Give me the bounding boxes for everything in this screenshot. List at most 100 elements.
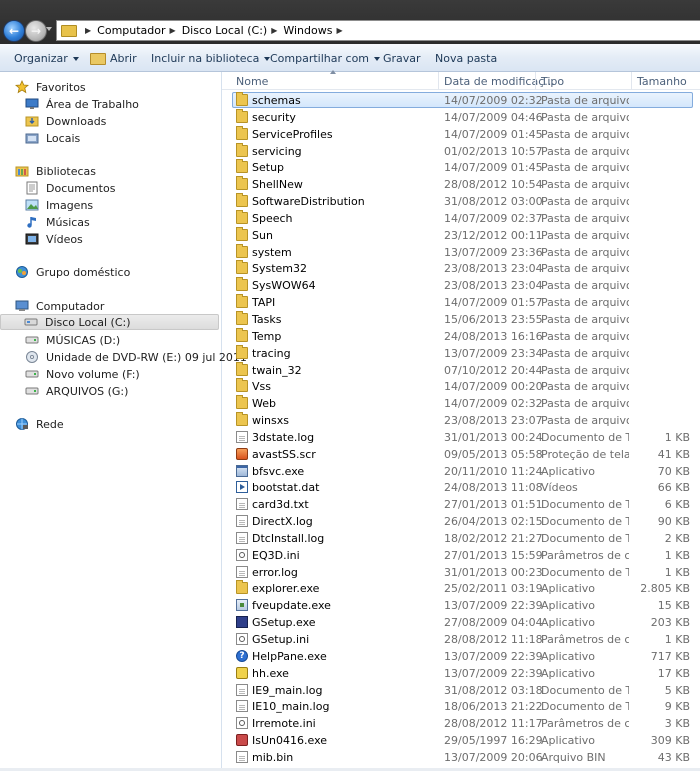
file-row[interactable]: GSetup.exe 27/08/2009 04:04 Aplicativo 203 … [222, 614, 700, 631]
nav-local-disk[interactable]: Disco Local (C:) [0, 314, 219, 330]
file-row[interactable]: Temp 24/08/2013 16:16 Pasta de arquivos [222, 328, 700, 345]
file-row[interactable]: security 14/07/2009 04:46 Pasta de arquivo… [222, 109, 700, 126]
new-folder-button[interactable]: Nova pasta [435, 52, 497, 65]
file-row[interactable]: bootstat.dat 24/08/2013 11:08 Vídeos 66 KB [222, 479, 700, 496]
star-icon [14, 80, 30, 94]
breadcrumb-computer[interactable]: Computador [97, 24, 165, 37]
nav-dvd-drive[interactable]: Unidade de DVD-RW (E:) 09 jul 2011 [24, 349, 247, 365]
file-row[interactable]: system 13/07/2009 23:36 Pasta de arquivos [222, 244, 700, 261]
file-row[interactable]: EQ3D.ini 27/01/2013 15:59Parâmetros de co… [222, 547, 700, 564]
nav-documents[interactable]: Documentos [24, 180, 115, 196]
file-row[interactable]: fveupdate.exe 13/07/2009 22:39 Aplicativo 1… [222, 597, 700, 614]
file-row[interactable]: GSetup.ini 28/08/2012 11:18 Parâmetros de … [222, 631, 700, 648]
documents-icon [24, 181, 40, 195]
file-row[interactable]: avastSS.scr 09/05/2013 05:58 Proteção de t… [222, 446, 700, 463]
file-row[interactable]: IsUn0416.exe 29/05/1997 16:29 Aplicativo 30… [222, 732, 700, 749]
chevron-right-icon[interactable]: ▶ [336, 26, 342, 35]
breadcrumb-windows[interactable]: Windows [283, 24, 332, 37]
nav-images[interactable]: Imagens [24, 197, 93, 213]
nav-music[interactable]: Músicas [24, 214, 90, 230]
nav-desktop[interactable]: Área de Trabalho [24, 96, 139, 112]
nav-homegroup[interactable]: Grupo doméstico [14, 264, 130, 280]
breadcrumb-local-disk[interactable]: Disco Local (C:) [182, 24, 268, 37]
back-button[interactable]: ← [3, 20, 25, 42]
file-row[interactable]: schemas 14/07/2009 02:32 Pasta de arquivos [222, 92, 700, 109]
file-row[interactable]: winsxs 23/08/2013 23:07 Pasta de arquivos [222, 412, 700, 429]
file-row[interactable]: mib.bin 13/07/2009 20:06 Arquivo BIN 43 KB [222, 749, 700, 766]
file-row[interactable]: Tasks 15/06/2013 23:55 Pasta de arquivos [222, 311, 700, 328]
nav-places[interactable]: Locais [24, 130, 80, 146]
nav-favorites[interactable]: Favoritos [14, 79, 86, 95]
file-row[interactable]: TAPI 14/07/2009 01:57 Pasta de arquivos [222, 294, 700, 311]
share-with-menu[interactable]: Compartilhar com [270, 52, 381, 65]
drive-icon [24, 333, 40, 347]
column-date-modified[interactable]: Data de modificaç... [444, 75, 555, 88]
text-file-icon [236, 531, 248, 544]
nav-downloads[interactable]: Downloads [24, 113, 106, 129]
file-row[interactable]: ? HelpPane.exe 13/07/2009 22:39 Aplicativo 7… [222, 648, 700, 665]
file-row[interactable]: Sun 23/12/2012 00:11 Pasta de arquivos [222, 227, 700, 244]
file-date-modified: 09/05/2013 05:58 [444, 447, 543, 461]
file-type: Pasta de arquivos [541, 110, 629, 124]
file-type: Pasta de arquivos [541, 94, 629, 107]
nav-videos-label: Vídeos [46, 232, 83, 246]
forward-button[interactable]: → [25, 20, 47, 42]
file-date-modified: 28/08/2012 11:18 [444, 633, 543, 646]
file-date-modified: 23/08/2013 23:04 [444, 279, 543, 293]
file-row[interactable]: ShellNew 28/08/2012 10:54 Pasta de arquivo… [222, 176, 700, 193]
file-name: Irremote.ini [252, 717, 316, 731]
open-button[interactable]: Abrir [90, 52, 137, 65]
file-row[interactable]: Irremote.ini 28/08/2012 11:17 Parâmetros d… [222, 715, 700, 732]
file-row[interactable]: hh.exe 13/07/2009 22:39 Aplicativo 17 KB [222, 665, 700, 682]
recent-pages-dropdown[interactable] [46, 27, 52, 31]
file-row[interactable]: IE10_main.log 18/06/2013 21:22 Documento d… [222, 698, 700, 715]
file-row[interactable]: twain_32 07/10/2012 20:44 Pasta de arquivo… [222, 362, 700, 379]
file-row[interactable]: explorer.exe 25/02/2011 03:19 Aplicativo 2.… [222, 580, 700, 597]
file-row[interactable]: card3d.txt 27/01/2013 01:51 Documento de T… [222, 496, 700, 513]
column-size[interactable]: Tamanho [637, 75, 687, 88]
nav-music-drive[interactable]: MÚSICAS (D:) [24, 332, 120, 348]
file-row[interactable]: 3dstate.log 31/01/2013 00:24 Documento de … [222, 429, 700, 446]
file-row[interactable]: servicing 01/02/2013 10:57 Pasta de arquiv… [222, 143, 700, 160]
file-row[interactable]: Web 14/07/2009 02:32 Pasta de arquivos [222, 395, 700, 412]
file-row[interactable]: tracing 13/07/2009 23:34 Pasta de arquivos [222, 345, 700, 362]
chevron-right-icon[interactable]: ▶ [271, 26, 277, 35]
file-row[interactable]: DtcInstall.log 18/02/2012 21:27 Documento … [222, 530, 700, 547]
file-row[interactable]: bfsvc.exe 20/11/2010 11:24 Aplicativo 70 KB [222, 463, 700, 480]
file-name: Speech [252, 211, 293, 225]
file-row[interactable]: Speech 14/07/2009 02:37 Pasta de arquivos [222, 210, 700, 227]
file-row[interactable]: IE9_main.log 31/08/2012 03:18 Documento de… [222, 682, 700, 699]
address-bar[interactable]: ▶ Computador ▶ Disco Local (C:) ▶ Window… [56, 20, 700, 41]
column-type[interactable]: Tipo [541, 75, 564, 88]
file-date-modified: 23/12/2012 00:11 [444, 228, 543, 242]
file-row[interactable]: error.log 31/01/2013 00:23Documento de Te… [222, 564, 700, 581]
file-name: bfsvc.exe [252, 464, 305, 478]
nav-homegroup-label: Grupo doméstico [36, 265, 131, 279]
file-row[interactable]: Vss 14/07/2009 00:20 Pasta de arquivos [222, 378, 700, 395]
nav-network[interactable]: Rede [14, 416, 64, 432]
nav-videos[interactable]: Vídeos [24, 231, 83, 247]
file-row[interactable]: DirectX.log 26/04/2013 02:15 Documento de … [222, 513, 700, 530]
file-name: IE10_main.log [252, 700, 330, 714]
nav-libraries[interactable]: Bibliotecas [14, 163, 96, 179]
include-in-library-menu[interactable]: Incluir na biblioteca [151, 52, 271, 65]
file-row[interactable]: SoftwareDistribution 31/08/2012 03:00 Past… [222, 193, 700, 210]
file-row[interactable]: System32 23/08/2013 23:04 Pasta de arquivo… [222, 260, 700, 277]
nav-archives-drive[interactable]: ARQUIVOS (G:) [24, 383, 128, 399]
column-divider[interactable] [438, 72, 439, 90]
column-name[interactable]: Nome [236, 75, 268, 88]
file-type: Pasta de arquivos [541, 414, 629, 428]
file-row[interactable]: Setup 14/07/2009 01:45 Pasta de arquivos [222, 159, 700, 176]
libraries-icon [14, 164, 30, 178]
column-divider[interactable] [631, 72, 632, 90]
burn-button[interactable]: Gravar [383, 52, 421, 65]
file-row[interactable]: ServiceProfiles 14/07/2009 01:45 Pasta de … [222, 126, 700, 143]
file-row[interactable]: SysWOW64 23/08/2013 23:04 Pasta de arquivo… [222, 277, 700, 294]
text-file-icon [236, 515, 248, 528]
nav-computer[interactable]: Computador [14, 298, 104, 314]
chevron-right-icon[interactable]: ▶ [85, 26, 91, 35]
chevron-right-icon[interactable]: ▶ [170, 26, 176, 35]
nav-new-volume[interactable]: Novo volume (F:) [24, 366, 140, 382]
column-divider[interactable] [535, 72, 536, 90]
organize-menu[interactable]: Organizar [14, 52, 79, 65]
